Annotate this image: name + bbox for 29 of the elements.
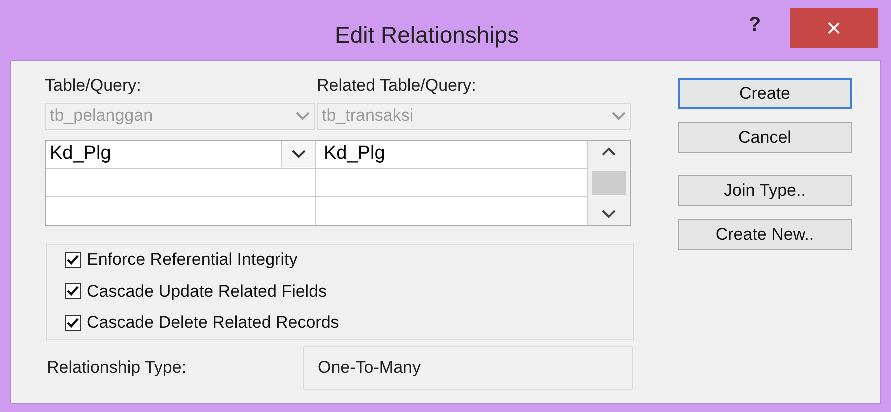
close-button[interactable]: × — [790, 8, 878, 48]
scroll-down-icon — [602, 210, 616, 218]
scroll-up-icon — [602, 146, 616, 156]
scrollbar[interactable] — [588, 140, 630, 224]
option-label: Cascade Delete Related Records — [87, 312, 340, 334]
dialog-button[interactable]: Create New.. — [678, 219, 852, 250]
check-icon — [67, 255, 79, 266]
dialog-button[interactable]: Create — [678, 78, 852, 109]
check-icon — [67, 318, 79, 328]
grid-cell[interactable]: Kd_Plg — [46, 140, 316, 168]
checkbox[interactable] — [65, 314, 81, 331]
dialog-button[interactable]: Join Type.. — [678, 175, 852, 206]
related-table-label: Related Table/Query: — [317, 75, 476, 97]
chevron-down-icon — [292, 150, 306, 158]
chevron-down-icon — [296, 112, 310, 120]
table-label: Table/Query: — [45, 75, 142, 97]
checkbox[interactable] — [65, 252, 81, 268]
dialog-button[interactable]: Cancel — [678, 122, 852, 153]
relationship-type-value: One-To-Many — [303, 346, 633, 390]
scroll-thumb[interactable] — [592, 170, 626, 194]
option-label: Enforce Referential Integrity — [87, 249, 298, 272]
window-title: Edit Relationships — [335, 21, 520, 50]
help-button[interactable]: ? — [740, 10, 770, 40]
checkbox[interactable] — [65, 283, 81, 300]
dropdown-button[interactable] — [281, 141, 315, 167]
chevron-down-icon — [612, 112, 626, 120]
check-icon — [67, 286, 79, 296]
option-label: Cascade Update Related Fields — [87, 280, 328, 303]
relationship-type-label: Relationship Type: — [46, 356, 188, 379]
